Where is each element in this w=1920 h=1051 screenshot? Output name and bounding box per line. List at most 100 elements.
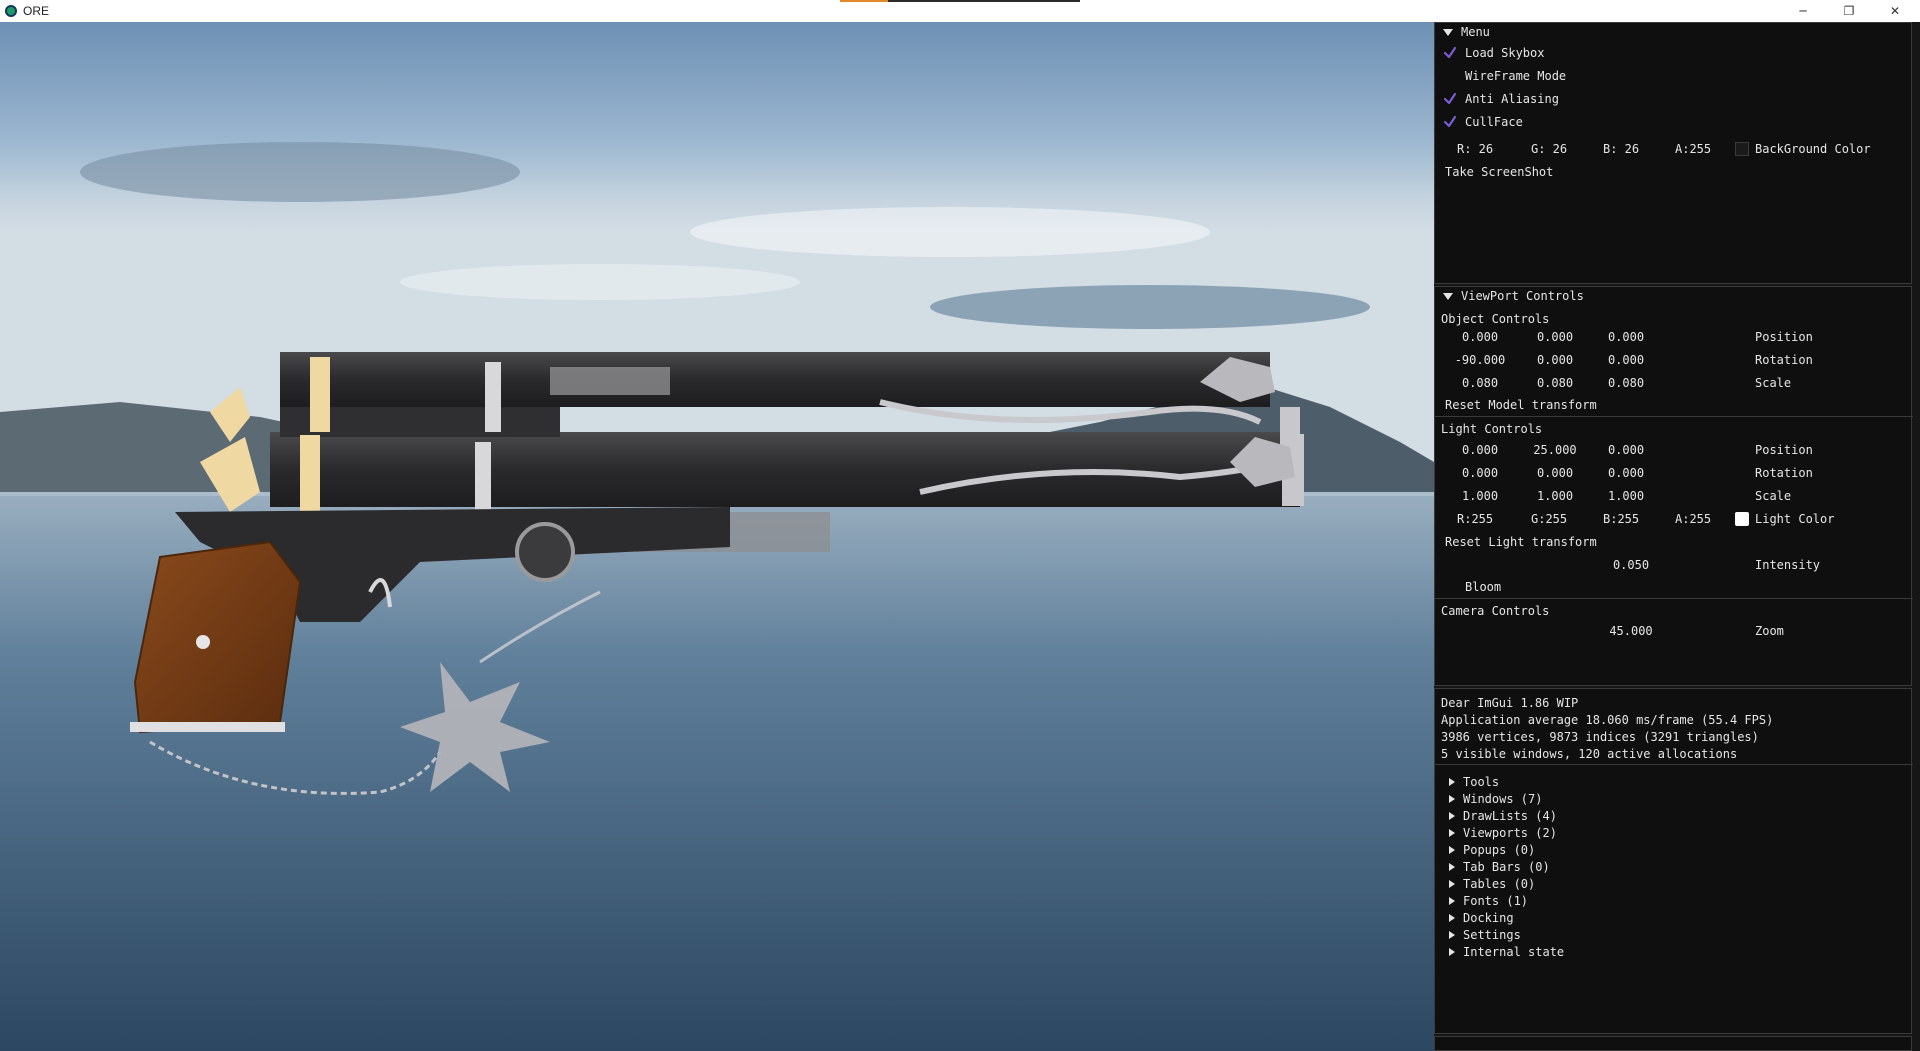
- viewport-controls-window: ViewPort Controls Object Controls 0.000 …: [1434, 286, 1913, 686]
- app-logo-icon: [5, 5, 17, 17]
- object-scale-x[interactable]: 0.080: [1445, 375, 1515, 391]
- viewport-controls-header[interactable]: ViewPort Controls: [1435, 287, 1911, 305]
- object-rotation-z[interactable]: 0.000: [1591, 352, 1661, 368]
- close-button[interactable]: ✕: [1872, 0, 1918, 22]
- bg-g-field[interactable]: G: 26: [1531, 141, 1567, 157]
- menu-window-title: Menu: [1461, 25, 1490, 39]
- metrics-tree-label: Docking: [1463, 911, 1514, 925]
- bloom-label: Bloom: [1465, 580, 1502, 594]
- object-position-y[interactable]: 0.000: [1520, 329, 1590, 345]
- divider: [1435, 416, 1913, 417]
- minimize-button[interactable]: ─: [1780, 0, 1826, 22]
- metrics-tree-label: Windows (7): [1463, 792, 1543, 806]
- reset-light-transform-button[interactable]: Reset Light transform: [1445, 534, 1597, 550]
- expand-arrow-icon: [1449, 880, 1455, 888]
- metrics-tree-node[interactable]: Tools: [1449, 774, 1499, 790]
- object-scale-z[interactable]: 0.080: [1591, 375, 1661, 391]
- bg-b-field[interactable]: B: 26: [1603, 141, 1639, 157]
- light-a-field[interactable]: A:255: [1675, 511, 1711, 527]
- 3d-viewport[interactable]: [0, 22, 1434, 1051]
- menu-checkbox-label[interactable]: Load Skybox: [1465, 45, 1544, 61]
- checkmark-icon[interactable]: [1443, 92, 1457, 106]
- metrics-tree-label: DrawLists (4): [1463, 809, 1557, 823]
- expand-arrow-icon: [1449, 914, 1455, 922]
- light-scale-label: Scale: [1755, 489, 1792, 503]
- metrics-line: 5 visible windows, 120 active allocation…: [1441, 747, 1738, 761]
- metrics-tree-node[interactable]: Settings: [1449, 927, 1521, 943]
- window-titlebar: ORE ─ ❐ ✕: [0, 0, 1920, 22]
- expand-arrow-icon: [1449, 829, 1455, 837]
- bg-r-field[interactable]: R: 26: [1457, 141, 1493, 157]
- divider: [1435, 598, 1913, 599]
- minimize-icon: ─: [1799, 4, 1807, 18]
- collapse-arrow-icon: [1443, 292, 1453, 300]
- menu-window-header[interactable]: Menu: [1435, 23, 1911, 41]
- expand-arrow-icon: [1449, 948, 1455, 956]
- checkmark-icon[interactable]: [1443, 115, 1457, 129]
- metrics-tree-node[interactable]: Viewports (2): [1449, 825, 1557, 841]
- object-rotation-x[interactable]: -90.000: [1445, 352, 1515, 368]
- metrics-tree-node[interactable]: Docking: [1449, 910, 1514, 926]
- light-rotation-y[interactable]: 0.000: [1520, 465, 1590, 481]
- metrics-tree-node[interactable]: DrawLists (4): [1449, 808, 1557, 824]
- light-color-label: Light Color: [1755, 512, 1835, 526]
- light-scale-z[interactable]: 1.000: [1591, 488, 1661, 504]
- progress-fill: [840, 0, 888, 2]
- light-rotation-z[interactable]: 0.000: [1591, 465, 1661, 481]
- light-scale-x[interactable]: 1.000: [1445, 488, 1515, 504]
- object-position-label: Position: [1755, 330, 1813, 344]
- expand-arrow-icon: [1449, 795, 1455, 803]
- intensity-label: Intensity: [1755, 558, 1821, 572]
- metrics-line: Dear ImGui 1.86 WIP: [1441, 696, 1579, 710]
- menu-checkbox-label[interactable]: WireFrame Mode: [1465, 68, 1566, 84]
- light-color-swatch[interactable]: [1735, 512, 1749, 526]
- divider: [1435, 764, 1913, 765]
- object-scale-y[interactable]: 0.080: [1520, 375, 1590, 391]
- expand-arrow-icon: [1449, 863, 1455, 871]
- imgui-metrics-window: Dear ImGui 1.86 WIP Application average 1…: [1434, 688, 1913, 1034]
- reset-model-transform-button[interactable]: Reset Model transform: [1445, 397, 1597, 413]
- menu-window: Menu Load Skybox WireFrame Mode Anti Alias…: [1434, 22, 1912, 284]
- menu-checkbox-label[interactable]: CullFace: [1465, 114, 1523, 130]
- light-rotation-x[interactable]: 0.000: [1445, 465, 1515, 481]
- collapse-arrow-icon: [1443, 28, 1453, 36]
- checkmark-icon[interactable]: [1443, 46, 1457, 60]
- light-scale-y[interactable]: 1.000: [1520, 488, 1590, 504]
- menu-checkbox[interactable]: [1443, 69, 1457, 83]
- metrics-tree-node[interactable]: Windows (7): [1449, 791, 1542, 807]
- metrics-tree-label: Tables (0): [1463, 877, 1536, 891]
- light-position-y[interactable]: 25.000: [1520, 442, 1590, 458]
- bg-a-field[interactable]: A:255: [1675, 141, 1711, 157]
- metrics-line: Application average 18.060 ms/frame (55.…: [1441, 713, 1774, 727]
- metrics-tree-label: Internal state: [1463, 945, 1565, 959]
- light-position-x[interactable]: 0.000: [1445, 442, 1515, 458]
- metrics-tree-node[interactable]: Internal state: [1449, 944, 1564, 960]
- light-rotation-label: Rotation: [1755, 466, 1813, 480]
- menu-checkbox-label[interactable]: Anti Aliasing: [1465, 91, 1559, 107]
- background-color-swatch[interactable]: [1735, 142, 1749, 156]
- expand-arrow-icon: [1449, 931, 1455, 939]
- light-controls-heading: Light Controls: [1441, 422, 1543, 436]
- object-position-x[interactable]: 0.000: [1445, 329, 1515, 345]
- light-g-field[interactable]: G:255: [1531, 511, 1567, 527]
- metrics-tree-label: Fonts (1): [1463, 894, 1529, 908]
- restore-button[interactable]: ❐: [1826, 0, 1872, 22]
- light-position-z[interactable]: 0.000: [1591, 442, 1661, 458]
- bloom-checkbox[interactable]: [1443, 579, 1457, 593]
- take-screenshot-button[interactable]: Take ScreenShot: [1445, 164, 1553, 180]
- object-rotation-y[interactable]: 0.000: [1520, 352, 1590, 368]
- object-scale-label: Scale: [1755, 376, 1792, 390]
- metrics-tree-node[interactable]: Fonts (1): [1449, 893, 1528, 909]
- expand-arrow-icon: [1449, 778, 1455, 786]
- metrics-tree-node[interactable]: Tables (0): [1449, 876, 1535, 892]
- expand-arrow-icon: [1449, 846, 1455, 854]
- metrics-tree-node[interactable]: Tab Bars (0): [1449, 859, 1550, 875]
- intensity-slider[interactable]: 0.050: [1591, 557, 1671, 573]
- object-rotation-label: Rotation: [1755, 353, 1813, 367]
- object-position-z[interactable]: 0.000: [1591, 329, 1661, 345]
- metrics-tree-node[interactable]: Popups (0): [1449, 842, 1535, 858]
- light-r-field[interactable]: R:255: [1457, 511, 1493, 527]
- camera-controls-heading: Camera Controls: [1441, 604, 1550, 618]
- zoom-slider[interactable]: 45.000: [1591, 623, 1671, 639]
- light-b-field[interactable]: B:255: [1603, 511, 1639, 527]
